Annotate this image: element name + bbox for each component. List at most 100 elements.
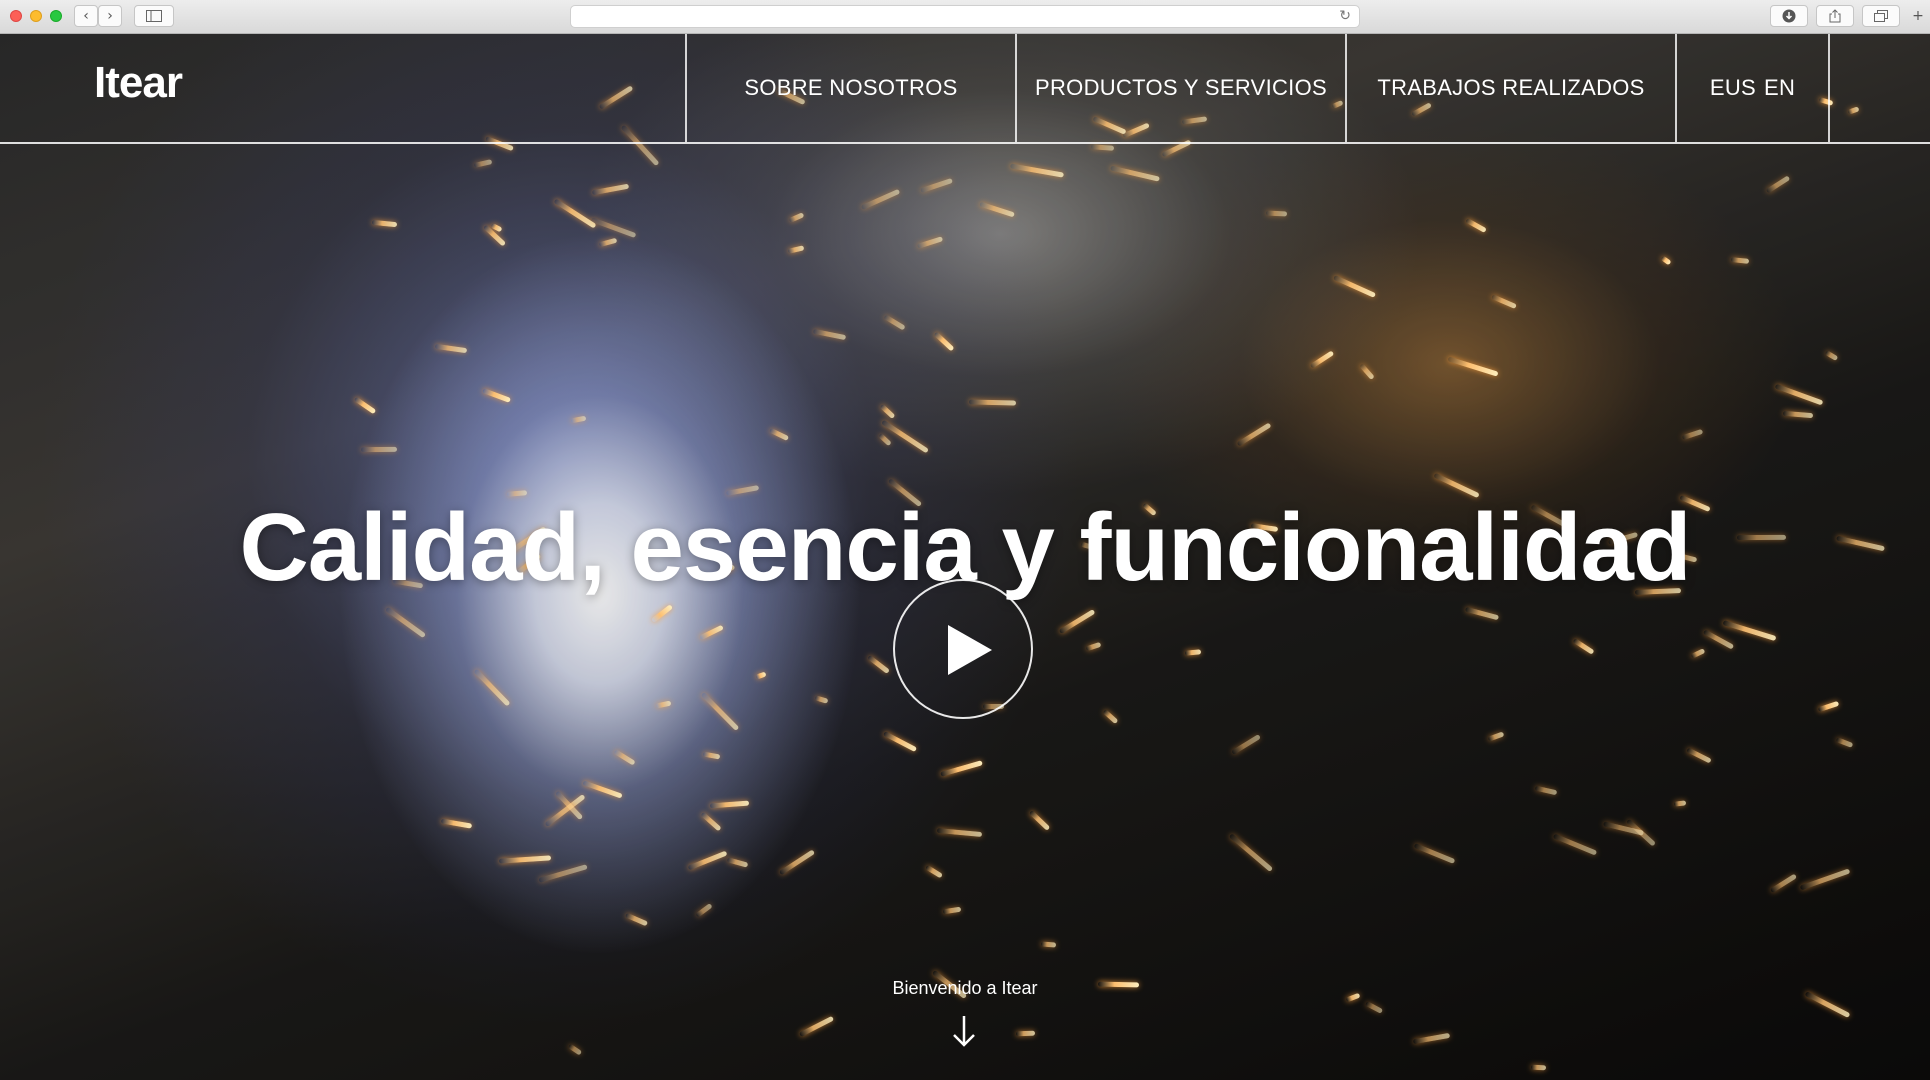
web-page: Itear SOBRE NOSOTROS PRODUCTOS Y SERVICI… xyxy=(0,34,1930,1080)
spark xyxy=(1730,257,1750,265)
spark xyxy=(1690,648,1706,659)
spark xyxy=(1028,810,1051,832)
spark xyxy=(1825,350,1839,362)
new-tab-button[interactable]: + xyxy=(1908,5,1928,27)
spark xyxy=(1413,1033,1451,1045)
spark xyxy=(553,198,597,229)
spark xyxy=(1682,428,1704,440)
minimize-window-button[interactable] xyxy=(30,10,42,22)
spark xyxy=(694,903,713,918)
spark xyxy=(1534,785,1558,796)
spark xyxy=(1686,746,1712,764)
back-button[interactable]: ‹ xyxy=(74,5,98,27)
spark xyxy=(1487,731,1505,742)
site-logo[interactable]: Itear xyxy=(94,58,183,108)
spark xyxy=(1782,411,1813,419)
welcome-text[interactable]: Bienvenido a Itear xyxy=(0,978,1930,999)
spark xyxy=(498,855,551,865)
spark xyxy=(700,692,740,732)
nav-productos-y-servicios[interactable]: PRODUCTOS Y SERVICIOS xyxy=(1015,34,1345,142)
nav-sobre-nosotros[interactable]: SOBRE NOSOTROS xyxy=(685,34,1015,142)
tabs-button[interactable] xyxy=(1862,5,1900,27)
spark xyxy=(353,397,377,415)
spark xyxy=(1673,800,1687,808)
spark xyxy=(879,403,896,419)
language-switcher: EUS EN xyxy=(1675,34,1830,142)
share-icon xyxy=(1829,9,1841,23)
spark xyxy=(942,906,962,915)
spark xyxy=(933,331,955,352)
spark xyxy=(1660,255,1673,266)
spark xyxy=(699,624,724,641)
spark xyxy=(1090,144,1114,151)
spark xyxy=(1447,356,1499,377)
spark xyxy=(1010,163,1065,178)
spark xyxy=(1835,736,1853,748)
spark xyxy=(702,751,721,760)
spark xyxy=(482,388,512,404)
spark xyxy=(1722,620,1777,642)
spark xyxy=(978,201,1015,218)
downloads-button[interactable] xyxy=(1770,5,1808,27)
nav-trabajos-realizados[interactable]: TRABAJOS REALIZADOS xyxy=(1345,34,1675,142)
spark xyxy=(1085,641,1102,651)
spark xyxy=(1102,709,1119,724)
spark xyxy=(787,245,805,254)
spark xyxy=(1058,608,1096,635)
share-button[interactable] xyxy=(1816,5,1854,27)
spark xyxy=(655,700,672,709)
lang-en[interactable]: EN xyxy=(1764,75,1795,101)
spark xyxy=(1236,422,1273,447)
spark xyxy=(1490,293,1516,309)
spark xyxy=(940,760,984,778)
spark xyxy=(925,864,943,879)
spark xyxy=(592,183,629,196)
spark xyxy=(1602,821,1644,836)
spark xyxy=(1774,383,1823,405)
spark xyxy=(613,748,636,766)
spark xyxy=(1702,629,1735,650)
spark xyxy=(1553,833,1598,856)
spark xyxy=(568,1043,583,1056)
spark xyxy=(1572,638,1596,656)
spark xyxy=(590,216,637,238)
spark xyxy=(1765,174,1790,194)
address-bar[interactable]: ↻ xyxy=(570,5,1360,28)
arrow-down-icon[interactable] xyxy=(951,1014,977,1048)
spark xyxy=(473,159,494,168)
browser-toolbar: ‹ › ↻ + xyxy=(0,0,1930,34)
main-nav: SOBRE NOSOTROS PRODUCTOS Y SERVICIOS TRA… xyxy=(685,34,1830,142)
play-icon xyxy=(948,625,992,675)
spark xyxy=(867,655,891,675)
spark xyxy=(1817,700,1840,713)
tabs-icon xyxy=(1874,10,1888,22)
spark xyxy=(371,220,397,228)
close-window-button[interactable] xyxy=(10,10,22,22)
spark xyxy=(651,604,674,624)
play-video-button[interactable] xyxy=(893,579,1033,719)
reload-icon[interactable]: ↻ xyxy=(1339,8,1351,24)
spark xyxy=(877,433,891,447)
spark xyxy=(687,850,728,871)
sidebar-button[interactable] xyxy=(134,5,174,27)
zoom-window-button[interactable] xyxy=(50,10,62,22)
site-header: Itear SOBRE NOSOTROS PRODUCTOS Y SERVICI… xyxy=(0,34,1930,144)
spark xyxy=(883,730,918,753)
spark xyxy=(1413,842,1456,864)
spark xyxy=(1365,1000,1384,1014)
spark xyxy=(537,864,588,884)
forward-button[interactable]: › xyxy=(98,5,122,27)
spark xyxy=(1769,873,1797,893)
spark xyxy=(440,818,472,829)
spark xyxy=(1358,363,1375,380)
spark xyxy=(434,343,468,353)
spark xyxy=(1184,649,1201,656)
spark xyxy=(813,328,847,341)
spark xyxy=(709,800,749,809)
spark xyxy=(1266,210,1288,217)
spark xyxy=(883,314,907,331)
spark xyxy=(360,446,397,452)
lang-eus[interactable]: EUS xyxy=(1710,75,1756,101)
spark xyxy=(880,419,929,454)
spark xyxy=(582,780,623,799)
